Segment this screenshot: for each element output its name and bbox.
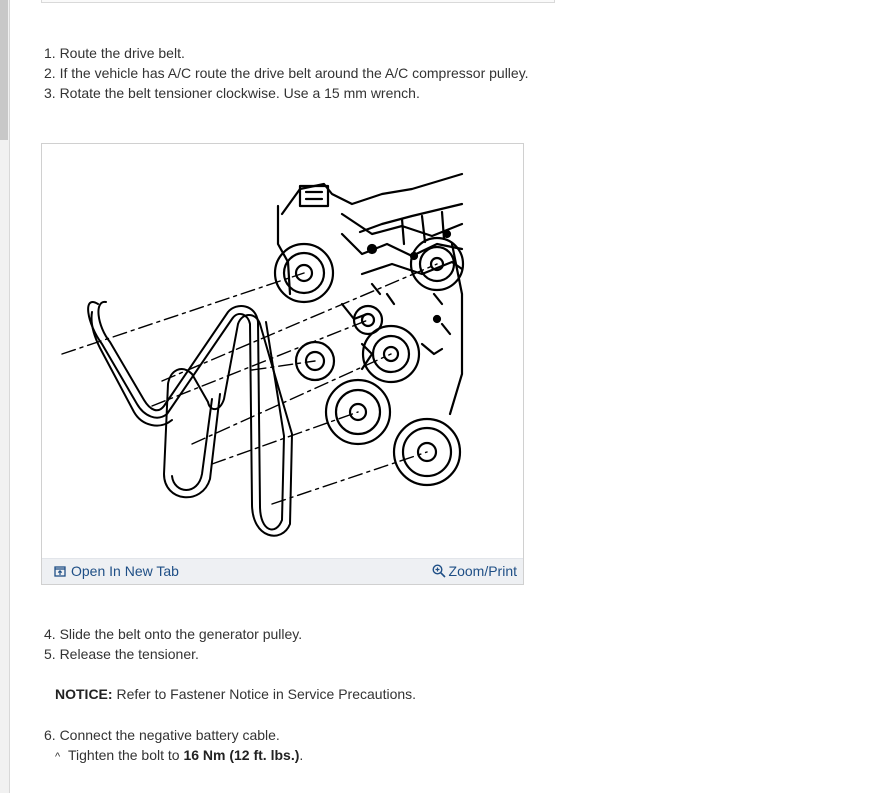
scrollbar-thumb[interactable] — [0, 0, 8, 140]
step-1: 1. Route the drive belt. — [44, 45, 185, 61]
step-4: 4. Slide the belt onto the generator pul… — [44, 626, 303, 642]
drive-belt-diagram — [61, 172, 465, 537]
torque-value: 16 Nm (12 ft. lbs.) — [183, 747, 300, 763]
notice-line: NOTICE: Refer to Fastener Notice in Serv… — [55, 684, 416, 704]
caret-bullet: ^ — [55, 751, 61, 763]
notice-text: Refer to Fastener Notice in Service Prec… — [112, 686, 417, 702]
open-in-new-tab-link[interactable]: Open In New Tab — [54, 563, 179, 579]
steps-list-middle: 4. Slide the belt onto the generator pul… — [44, 624, 302, 664]
belt-routing-figure: Open In New Tab Zoom/Print — [41, 143, 524, 585]
steps-list-top: 1. Route the drive belt. 2. If the vehic… — [44, 43, 529, 103]
previous-figure-frame — [41, 0, 555, 3]
step-5: 5. Release the tensioner. — [44, 646, 199, 662]
zoom-print-label: Zoom/Print — [448, 563, 517, 579]
open-in-new-tab-label: Open In New Tab — [71, 563, 179, 579]
torque-prefix: Tighten the bolt to — [68, 747, 184, 763]
notice-label: NOTICE: — [55, 686, 113, 702]
figure-toolbar: Open In New Tab Zoom/Print — [42, 558, 523, 584]
open-in-new-tab-icon — [54, 566, 66, 577]
steps-list-bottom: 6. Connect the negative battery cable. — [44, 725, 280, 745]
step-6: 6. Connect the negative battery cable. — [44, 727, 280, 743]
step-2: 2. If the vehicle has A/C route the driv… — [44, 65, 529, 81]
left-scroll-rail[interactable] — [0, 0, 10, 793]
torque-sub-step: ^ Tighten the bolt to 16 Nm (12 ft. lbs.)… — [55, 745, 303, 767]
step-3: 3. Rotate the belt tensioner clockwise. … — [44, 85, 420, 101]
torque-suffix: . — [299, 747, 304, 763]
zoom-print-link[interactable]: Zoom/Print — [432, 563, 517, 579]
serpentine-belt — [87, 301, 293, 537]
magnifier-plus-icon — [432, 564, 446, 578]
